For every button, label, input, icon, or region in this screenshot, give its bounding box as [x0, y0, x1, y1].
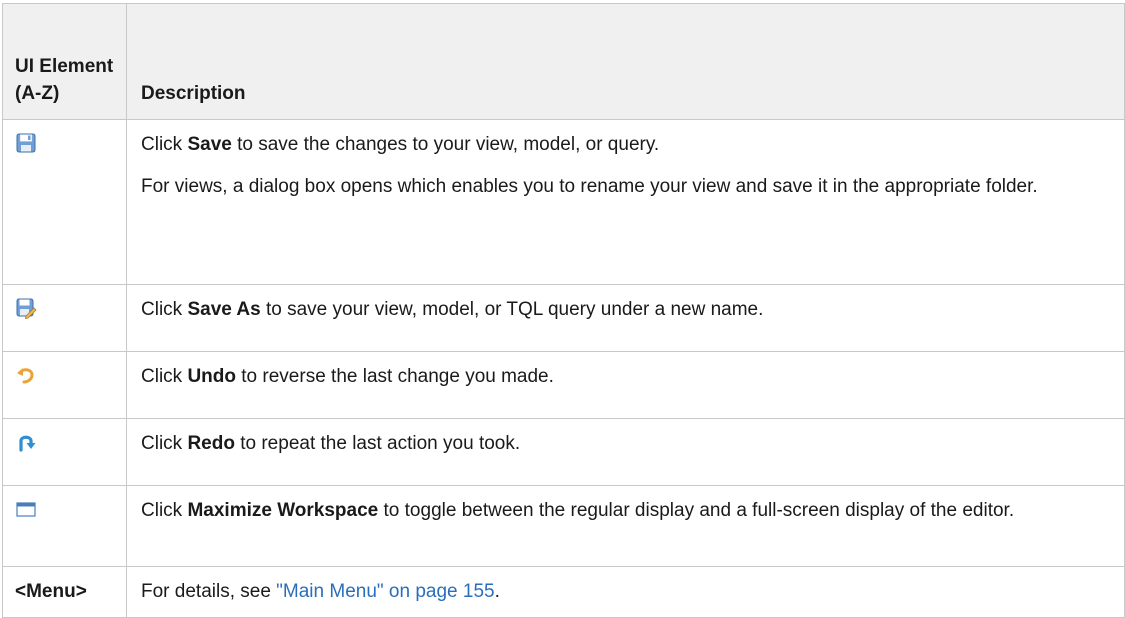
ui-element-cell	[2, 485, 127, 567]
menu-element-label: <Menu>	[15, 581, 87, 602]
description-cell: Click Redo to repeat the last action you…	[126, 418, 1125, 486]
header-ui-element: UI Element (A-Z)	[2, 3, 127, 120]
menu-description: For details, see "Main Menu" on page 155…	[141, 581, 500, 602]
maximize-workspace-icon	[15, 498, 37, 520]
table-row: Click Redo to repeat the last action you…	[2, 418, 1125, 486]
ui-elements-table: UI Element (A-Z) Description Click Save …	[2, 3, 1125, 618]
description-cell: Click Save As to save your view, model, …	[126, 284, 1125, 352]
description-cell: Click Maximize Workspace to toggle betwe…	[126, 485, 1125, 567]
table-header-row: UI Element (A-Z) Description	[2, 3, 1125, 120]
save-as-icon	[15, 297, 37, 319]
table-row: Click Save As to save your view, model, …	[2, 284, 1125, 352]
save-as-description: Click Save As to save your view, model, …	[141, 299, 764, 320]
table-row: <Menu> For details, see "Main Menu" on p…	[2, 566, 1125, 618]
ui-element-cell	[2, 418, 127, 486]
table-row: Click Undo to reverse the last change yo…	[2, 351, 1125, 419]
save-icon	[15, 132, 37, 154]
description-cell: Click Undo to reverse the last change yo…	[126, 351, 1125, 419]
redo-icon	[15, 431, 37, 453]
undo-description: Click Undo to reverse the last change yo…	[141, 366, 554, 387]
ui-element-cell	[2, 351, 127, 419]
ui-element-cell: <Menu>	[2, 566, 127, 618]
table-row: Click Save to save the changes to your v…	[2, 119, 1125, 285]
save-description: Click Save to save the changes to your v…	[141, 134, 660, 155]
maximize-description: Click Maximize Workspace to toggle betwe…	[141, 500, 1015, 521]
redo-description: Click Redo to repeat the last action you…	[141, 433, 521, 454]
description-cell: For details, see "Main Menu" on page 155…	[126, 566, 1125, 618]
save-views-note: For views, a dialog box opens which enab…	[141, 176, 1038, 197]
ui-element-cell	[2, 284, 127, 352]
ui-element-cell	[2, 119, 127, 285]
header-description: Description	[126, 3, 1125, 120]
undo-icon	[15, 364, 37, 386]
main-menu-link[interactable]: "Main Menu" on page 155	[276, 581, 494, 602]
table-row: Click Maximize Workspace to toggle betwe…	[2, 485, 1125, 567]
description-cell: Click Save to save the changes to your v…	[126, 119, 1125, 285]
